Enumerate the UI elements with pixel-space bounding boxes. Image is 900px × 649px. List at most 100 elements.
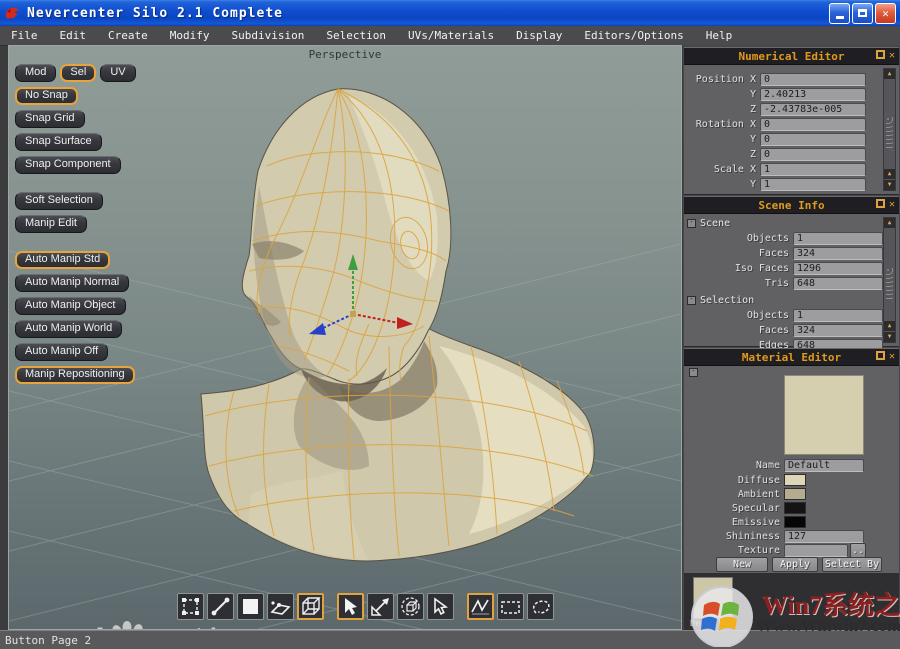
field-label: Faces [684, 325, 789, 336]
manipulator-tool-icon[interactable] [427, 593, 454, 620]
scroll-up-icon[interactable]: ▲ [884, 218, 895, 228]
apply-material-button[interactable]: Apply [772, 557, 818, 572]
vertex-select-icon[interactable] [177, 593, 204, 620]
shininess-field[interactable]: 127 [784, 530, 864, 543]
field-label: Diffuse [684, 475, 780, 486]
mode-button-uv[interactable]: UV [100, 64, 135, 82]
baidu-paw-icon: du [107, 621, 151, 630]
field-label: Iso Faces [684, 263, 789, 274]
numerical-editor-panel: Numerical Editor ✕ Position X0 Y2.40213 … [684, 47, 899, 195]
collapse-toggle-icon[interactable]: - [687, 219, 696, 228]
menu-edit[interactable]: Edit [49, 26, 98, 45]
tweak-tool-icon[interactable] [367, 593, 394, 620]
lasso-select-icon[interactable] [527, 593, 554, 620]
panel-close-icon[interactable]: ✕ [889, 50, 895, 61]
emissive-color-swatch[interactable] [784, 516, 806, 528]
menu-selection[interactable]: Selection [315, 26, 397, 45]
menu-create[interactable]: Create [97, 26, 159, 45]
panel-collapse-icon[interactable] [876, 199, 885, 208]
position-z-field[interactable]: -2.43783e-005 [760, 103, 866, 116]
mode-button-mod[interactable]: Mod [15, 64, 56, 82]
minimize-button[interactable] [829, 3, 850, 24]
scene-objects-field: 1 [793, 232, 883, 245]
ambient-color-swatch[interactable] [784, 488, 806, 500]
face-select-icon[interactable] [237, 593, 264, 620]
path-select-icon[interactable] [467, 593, 494, 620]
panel-collapse-icon[interactable] [876, 351, 885, 360]
menu-subdivision[interactable]: Subdivision [221, 26, 316, 45]
manip-edit-button[interactable]: Manip Edit [15, 215, 87, 233]
material-preview [784, 375, 864, 455]
win7-logo-icon [686, 583, 758, 647]
snap-button-grid[interactable]: Snap Grid [15, 110, 85, 128]
select-by-button[interactable]: Select By [822, 557, 882, 572]
manip-repositioning-button[interactable]: Manip Repositioning [15, 366, 135, 384]
rectangle-select-icon[interactable] [497, 593, 524, 620]
scroll-up2-icon[interactable]: ▲ [884, 169, 895, 179]
menu-modify[interactable]: Modify [159, 26, 221, 45]
menu-editors-options[interactable]: Editors/Options [573, 26, 694, 45]
scene-faces-field: 324 [793, 247, 883, 260]
close-button[interactable]: ✕ [875, 3, 896, 24]
edge-select-icon[interactable] [207, 593, 234, 620]
snap-button-component[interactable]: Snap Component [15, 156, 121, 174]
panel-close-icon[interactable]: ✕ [889, 351, 895, 362]
panel-title: Material Editor [684, 351, 899, 364]
collapse-toggle-icon[interactable]: - [687, 296, 696, 305]
scrollbar[interactable]: ▲ ▲ ▼ [883, 217, 896, 343]
auto-manip-std-button[interactable]: Auto Manip Std [15, 251, 110, 269]
field-label: Objects [684, 233, 789, 244]
new-material-button[interactable]: New [716, 557, 768, 572]
field-label: Emissive [684, 517, 780, 528]
position-y-field[interactable]: 2.40213 [760, 88, 866, 101]
texture-browse-button[interactable]: .. [850, 543, 866, 558]
menu-bar: File Edit Create Modify Subdivision Sele… [0, 26, 900, 46]
texture-field[interactable] [784, 544, 848, 557]
auto-manip-world-button[interactable]: Auto Manip World [15, 320, 122, 338]
3d-viewport[interactable]: Perspective Mod Sel UV No Snap Snap Grid… [8, 45, 682, 630]
select-tool-icon[interactable] [337, 593, 364, 620]
menu-display[interactable]: Display [505, 26, 573, 45]
menu-help[interactable]: Help [695, 26, 744, 45]
scrollbar-thumb[interactable] [886, 268, 893, 302]
scrollbar[interactable]: ▲ ▲ ▼ [883, 68, 896, 191]
mode-button-sel[interactable]: Sel [60, 64, 96, 82]
menu-file[interactable]: File [0, 26, 49, 45]
position-x-field[interactable]: 0 [760, 73, 866, 86]
panel-close-icon[interactable]: ✕ [889, 199, 895, 210]
snap-button-no-snap[interactable]: No Snap [15, 87, 78, 105]
status-text: Button Page 2 [5, 634, 91, 647]
polygon-select-icon[interactable] [267, 593, 294, 620]
restore-button[interactable] [852, 3, 873, 24]
auto-manip-normal-button[interactable]: Auto Manip Normal [15, 274, 129, 292]
object-select-icon[interactable] [297, 593, 324, 620]
scale-y-field[interactable]: 1 [760, 178, 866, 191]
scene-info-panel: Scene Info ✕ -Scene Objects1 Faces324 Is… [684, 196, 899, 347]
scroll-up2-icon[interactable]: ▲ [884, 321, 895, 331]
field-label: Texture [684, 545, 780, 556]
specular-color-swatch[interactable] [784, 502, 806, 514]
close-icon: ✕ [882, 7, 889, 20]
scroll-down-icon[interactable]: ▼ [884, 180, 895, 190]
rotation-y-field[interactable]: 0 [760, 133, 866, 146]
collapse-toggle-icon[interactable]: - [689, 368, 698, 377]
scroll-down-icon[interactable]: ▼ [884, 332, 895, 342]
material-name-field[interactable]: Default [784, 459, 864, 472]
menu-uvs-materials[interactable]: UVs/Materials [397, 26, 505, 45]
snap-button-surface[interactable]: Snap Surface [15, 133, 102, 151]
scroll-up-icon[interactable]: ▲ [884, 69, 895, 79]
scale-x-field[interactable]: 1 [760, 163, 866, 176]
soft-selection-tool-icon[interactable] [397, 593, 424, 620]
field-label: Y [684, 89, 756, 100]
auto-manip-object-button[interactable]: Auto Manip Object [15, 297, 126, 315]
auto-manip-off-button[interactable]: Auto Manip Off [15, 343, 108, 361]
rotation-x-field[interactable]: 0 [760, 118, 866, 131]
panel-collapse-icon[interactable] [876, 50, 885, 59]
title-bar: Nevercenter Silo 2.1 Complete ✕ [0, 0, 900, 26]
scene-iso-faces-field: 1296 [793, 262, 883, 275]
right-dock: Numerical Editor ✕ Position X0 Y2.40213 … [683, 45, 900, 630]
diffuse-color-swatch[interactable] [784, 474, 806, 486]
soft-selection-button[interactable]: Soft Selection [15, 192, 103, 210]
rotation-z-field[interactable]: 0 [760, 148, 866, 161]
scrollbar-thumb[interactable] [886, 117, 893, 151]
